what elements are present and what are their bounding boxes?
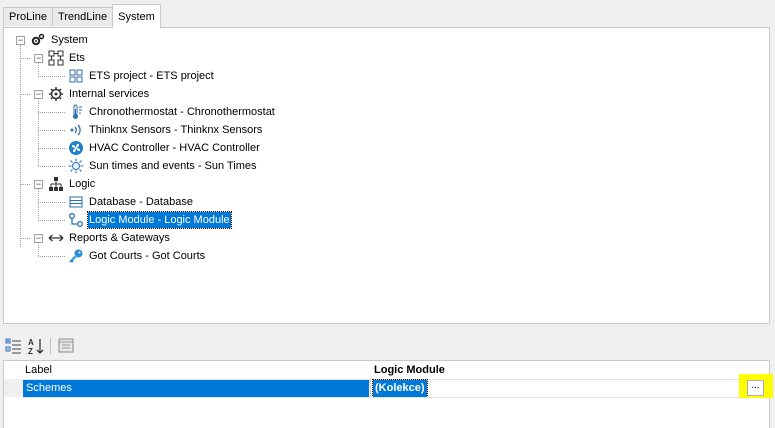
database-icon xyxy=(69,196,83,208)
tree-node-label: System xyxy=(51,34,88,46)
tree-node-label-selected: Logic Module - Logic Module xyxy=(87,211,232,229)
grid-nodes-icon xyxy=(69,69,83,83)
tree-node-label: Sun times and events - Sun Times xyxy=(89,160,257,172)
property-grid: Label Logic Module Schemes (Kolekce) xyxy=(3,360,770,428)
collapse-toggle[interactable]: − xyxy=(34,90,43,99)
toolbar-separator xyxy=(50,338,51,354)
svg-text:A: A xyxy=(28,338,34,347)
property-pages-icon[interactable] xyxy=(56,336,76,356)
collapse-toggle[interactable]: − xyxy=(16,36,25,45)
hierarchy-icon xyxy=(49,177,63,191)
collapse-toggle[interactable]: − xyxy=(34,234,43,243)
tree-node-got-courts[interactable]: Got Courts - Got Courts xyxy=(4,248,304,264)
tab-proline[interactable]: ProLine xyxy=(3,7,53,26)
property-row-schemes[interactable]: Schemes (Kolekce) xyxy=(23,379,769,398)
tree-node-ets[interactable]: − Ets xyxy=(4,50,304,66)
tree-node-logic[interactable]: − Logic xyxy=(4,176,304,192)
tab-system[interactable]: System xyxy=(112,4,161,28)
tree-view[interactable]: − System − Ets ETS project - ETS project xyxy=(3,27,770,324)
logic-nodes-icon xyxy=(69,213,83,227)
tree-node-logic-module[interactable]: Logic Module - Logic Module xyxy=(4,211,304,229)
tree-node-reports-gateways[interactable]: − Reports & Gateways xyxy=(4,230,304,246)
tree-node-thinknx-sensors[interactable]: Thinknx Sensors - Thinknx Sensors xyxy=(4,122,304,138)
tree-node-ets-project[interactable]: ETS project - ETS project xyxy=(4,68,304,84)
tree-node-internal-services[interactable]: − Internal services xyxy=(4,86,304,102)
fan-icon xyxy=(69,141,83,155)
grid-header-value: Logic Module xyxy=(374,364,445,376)
tree-node-database[interactable]: Database - Database xyxy=(4,194,304,210)
tree-node-label: Reports & Gateways xyxy=(69,232,170,244)
property-value-schemes[interactable]: (Kolekce) xyxy=(372,379,428,398)
categorized-icon[interactable] xyxy=(4,336,24,356)
tree-node-system[interactable]: − System xyxy=(4,32,304,48)
ellipsis-button[interactable]: ... xyxy=(747,380,764,396)
grid-header-label: Label xyxy=(25,364,52,376)
tree-node-label: HVAC Controller - HVAC Controller xyxy=(89,142,260,154)
tab-strip: ProLine TrendLine System xyxy=(0,0,775,28)
property-toolbar: A Z xyxy=(0,333,775,359)
gears-icon xyxy=(31,33,45,46)
network-nodes-icon xyxy=(48,50,64,66)
svg-text:Z: Z xyxy=(28,347,33,356)
tree-node-label: ETS project - ETS project xyxy=(89,70,214,82)
tab-trendline[interactable]: TrendLine xyxy=(52,7,113,26)
tree-node-label: Got Courts - Got Courts xyxy=(89,250,206,262)
double-arrow-icon xyxy=(48,234,64,242)
tree-node-label: Thinknx Sensors - Thinknx Sensors xyxy=(89,124,263,136)
sensor-waves-icon xyxy=(70,124,81,136)
tree-node-label: Logic xyxy=(69,178,96,190)
gear-icon xyxy=(49,87,63,101)
sun-icon xyxy=(68,158,84,174)
tree-node-hvac-controller[interactable]: HVAC Controller - HVAC Controller xyxy=(4,140,304,156)
tree-node-label: Chronothermostat - Chronothermostat xyxy=(89,106,275,118)
collapse-toggle[interactable]: − xyxy=(34,54,43,63)
tree-node-sun-times[interactable]: Sun times and events - Sun Times xyxy=(4,158,304,174)
tree-node-label: Ets xyxy=(69,52,85,64)
sort-az-icon[interactable]: A Z xyxy=(26,336,46,356)
tree-node-label: Internal services xyxy=(69,88,150,100)
tree-node-chronothermostat[interactable]: Chronothermostat - Chronothermostat xyxy=(4,104,304,120)
property-name-schemes: Schemes xyxy=(23,380,369,397)
thermometer-icon xyxy=(73,104,82,119)
key-icon xyxy=(69,249,83,263)
collapse-toggle[interactable]: − xyxy=(34,180,43,189)
tree-node-label: Database - Database xyxy=(89,196,193,208)
